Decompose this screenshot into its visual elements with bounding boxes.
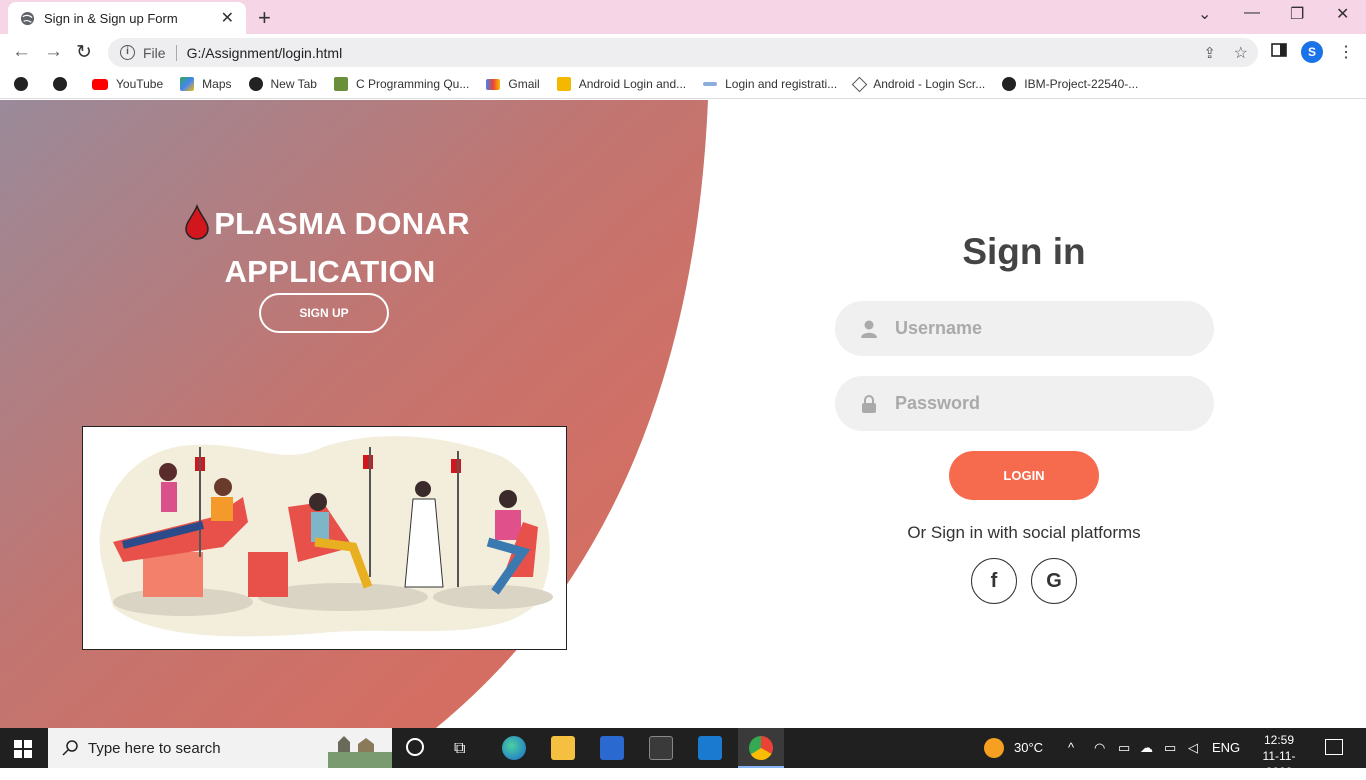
network-icon[interactable]: ◠	[1094, 740, 1105, 756]
store-icon[interactable]	[600, 736, 624, 760]
globe-icon	[20, 11, 35, 25]
tab-search-chevron-icon[interactable]: ⌄	[1198, 4, 1211, 24]
bookmark-youtube[interactable]: YouTube	[92, 77, 163, 91]
taskbar-search-placeholder: Type here to search	[88, 739, 221, 757]
menu-kebab-icon[interactable]: ⋮	[1338, 42, 1354, 62]
bookmark-maps[interactable]: Maps	[180, 77, 232, 91]
donation-illustration	[82, 426, 567, 650]
restore-icon[interactable]: ❐	[1290, 4, 1304, 24]
onedrive-icon[interactable]: ☁	[1140, 740, 1153, 756]
android-icon	[851, 76, 868, 92]
google-icon[interactable]: G	[1031, 558, 1077, 604]
github-icon	[1002, 77, 1017, 91]
side-panel-icon[interactable]	[1271, 42, 1287, 63]
tab-close-icon[interactable]: ✕	[221, 8, 234, 28]
browser-toolbar: ← → ↻ i File G:/Assignment/login.html ⇪ …	[0, 34, 1366, 70]
forward-icon[interactable]: →	[44, 41, 63, 63]
username-input[interactable]	[895, 318, 1185, 339]
window-close-icon[interactable]: ✕	[1336, 4, 1349, 24]
windows-taskbar: Type here to search ⧉ 30°C ^ ◠ ▭ ☁ ▭ ◁ E…	[0, 728, 1366, 779]
profile-avatar[interactable]: S	[1301, 41, 1323, 63]
code-icon	[333, 77, 348, 91]
lock-icon	[862, 394, 876, 413]
system-clock[interactable]: 12:59 11-11-2022	[1250, 732, 1308, 780]
mail-icon[interactable]	[698, 736, 722, 760]
bookmark-android-login[interactable]: Android Login and...	[556, 77, 686, 91]
bookmark-login-registration[interactable]: Login and registrati...	[703, 77, 837, 91]
code-editor-icon[interactable]	[649, 736, 673, 760]
task-view-icon[interactable]: ⧉	[454, 740, 465, 758]
bookmark-ibm-project[interactable]: IBM-Project-22540-...	[1002, 77, 1138, 91]
back-icon[interactable]: ←	[12, 41, 31, 63]
brand-line-1: PLASMA DONAR	[214, 206, 470, 241]
bookmark-item[interactable]	[53, 77, 75, 91]
language-indicator[interactable]: ENG	[1212, 740, 1240, 755]
url-scheme-label: File	[143, 44, 166, 61]
sign-in-title: Sign in	[962, 231, 1086, 272]
url-text[interactable]: G:/Assignment/login.html	[187, 45, 1258, 61]
link-icon	[703, 82, 718, 86]
file-explorer-icon[interactable]	[551, 736, 575, 760]
reload-icon[interactable]: ↻	[76, 41, 92, 64]
globe-icon	[14, 77, 28, 91]
facebook-icon[interactable]: f	[971, 558, 1017, 604]
chrome-icon	[749, 736, 773, 760]
maps-icon	[180, 77, 195, 91]
gmail-icon	[486, 78, 501, 90]
globe-icon	[248, 77, 263, 91]
globe-icon	[53, 77, 67, 91]
login-button[interactable]: LOGIN	[949, 451, 1099, 500]
new-tab-icon[interactable]: +	[258, 5, 271, 31]
address-bar[interactable]: i File G:/Assignment/login.html ⇪ ☆	[108, 38, 1258, 67]
user-icon	[861, 320, 877, 338]
windows-start-icon[interactable]	[14, 740, 32, 758]
cortana-icon[interactable]	[406, 738, 424, 756]
weather-icon	[984, 738, 1004, 758]
bookmark-star-icon[interactable]: ☆	[1234, 43, 1248, 63]
bookmark-item[interactable]	[14, 77, 36, 91]
search-icon	[62, 740, 78, 756]
password-input[interactable]	[895, 393, 1185, 414]
password-field[interactable]	[835, 376, 1214, 431]
battery-icon[interactable]: ▭	[1164, 740, 1176, 756]
app-brand-title: PLASMA DONAR APPLICATION	[180, 200, 480, 296]
notifications-icon[interactable]	[1325, 739, 1343, 755]
address-separator	[175, 44, 177, 61]
clock-time: 12:59	[1263, 733, 1295, 747]
browser-tab[interactable]: Sign in & Sign up Form ✕	[8, 2, 246, 34]
bookmark-android-login-screen[interactable]: Android - Login Scr...	[851, 76, 985, 92]
sign-up-button[interactable]: SIGN UP	[259, 293, 389, 333]
share-icon[interactable]: ⇪	[1203, 44, 1216, 62]
clock-date: 11-11-2022	[1262, 749, 1296, 779]
weather-temperature[interactable]: 30°C	[1014, 740, 1043, 755]
volume-icon[interactable]: ◁	[1188, 740, 1198, 756]
android-icon	[556, 77, 571, 91]
youtube-icon	[92, 78, 108, 90]
bookmark-new-tab[interactable]: New Tab	[248, 77, 317, 91]
edge-icon[interactable]	[502, 736, 526, 760]
info-icon[interactable]: i	[120, 45, 135, 60]
bookmark-gmail[interactable]: Gmail	[486, 77, 540, 91]
chrome-taskbar-button[interactable]	[738, 728, 784, 768]
meet-icon[interactable]: ▭	[1118, 740, 1130, 756]
social-signin-text: Or Sign in with social platforms	[907, 523, 1141, 542]
browser-tab-strip: Sign in & Sign up Form ✕ + ⌄ — ❐ ✕	[0, 0, 1366, 34]
bookmarks-bar: YouTube Maps New Tab C Programming Qu...…	[0, 70, 1366, 99]
tab-title: Sign in & Sign up Form	[44, 10, 178, 26]
username-field[interactable]	[835, 301, 1214, 356]
taskbar-search[interactable]: Type here to search	[48, 728, 392, 768]
search-highlight-image	[328, 736, 392, 768]
tray-chevron-icon[interactable]: ^	[1068, 740, 1074, 755]
bookmark-c-programming[interactable]: C Programming Qu...	[333, 77, 469, 91]
page-viewport: PLASMA DONAR APPLICATION SIGN UP Sign in…	[0, 100, 1366, 728]
minimize-icon[interactable]: —	[1244, 4, 1260, 22]
brand-line-2: APPLICATION	[224, 254, 436, 289]
